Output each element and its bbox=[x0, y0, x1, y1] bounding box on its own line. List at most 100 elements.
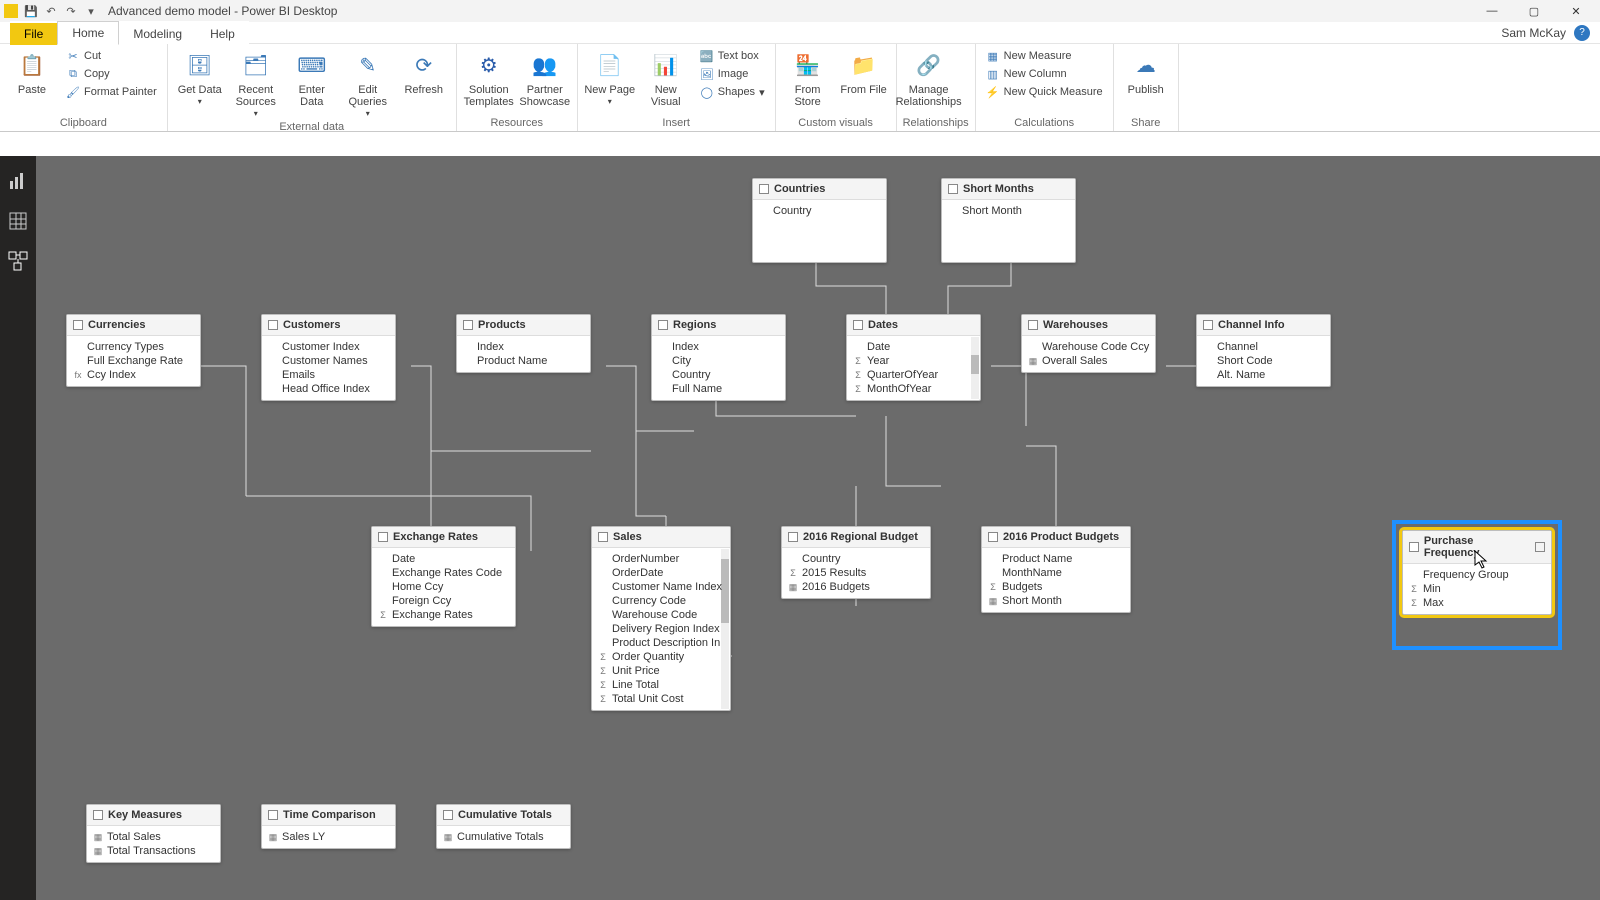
undo-icon[interactable]: ↶ bbox=[44, 4, 58, 18]
modeling-tab[interactable]: Modeling bbox=[119, 23, 196, 45]
format-painter-button[interactable]: 🖌Format Painter bbox=[62, 84, 161, 100]
field-item[interactable]: Country bbox=[753, 204, 886, 218]
field-item[interactable]: ΣOrder Quantity bbox=[592, 650, 730, 664]
field-item[interactable]: OrderDate bbox=[592, 566, 730, 580]
field-item[interactable]: Delivery Region Index bbox=[592, 622, 730, 636]
table-channel-info[interactable]: Channel Info ChannelShort CodeAlt. Name bbox=[1196, 314, 1331, 387]
field-item[interactable]: ▦2016 Budgets bbox=[782, 580, 930, 594]
table-sales[interactable]: Sales OrderNumberOrderDateCustomer Name … bbox=[591, 526, 731, 711]
cut-button[interactable]: ✂Cut bbox=[62, 48, 161, 64]
table-warehouses[interactable]: Warehouses Warehouse Code Ccy▦Overall Sa… bbox=[1021, 314, 1156, 373]
from-store-button[interactable]: 🏪From Store bbox=[782, 46, 834, 108]
table-purchase-frequency[interactable]: Purchase Frequency Frequency GroupΣMinΣM… bbox=[1402, 530, 1552, 615]
table-time-comparison[interactable]: Time Comparison ▦Sales LY bbox=[261, 804, 396, 849]
partner-showcase-button[interactable]: 👥Partner Showcase bbox=[519, 46, 571, 108]
get-data-button[interactable]: 🗄Get Data▾ bbox=[174, 46, 226, 107]
field-item[interactable]: ▦Total Sales bbox=[87, 830, 220, 844]
field-item[interactable]: Customer Index bbox=[262, 340, 395, 354]
maximize-button[interactable]: ▢ bbox=[1514, 1, 1554, 21]
field-item[interactable]: Alt. Name bbox=[1197, 368, 1330, 382]
field-item[interactable]: OrderNumber bbox=[592, 552, 730, 566]
publish-button[interactable]: ☁Publish bbox=[1120, 46, 1172, 96]
refresh-button[interactable]: ⟳Refresh bbox=[398, 46, 450, 96]
field-item[interactable]: Foreign Ccy bbox=[372, 594, 515, 608]
field-item[interactable]: Warehouse Code Ccy bbox=[1022, 340, 1155, 354]
redo-icon[interactable]: ↷ bbox=[64, 4, 78, 18]
file-tab[interactable]: File bbox=[10, 23, 57, 45]
table-short-months[interactable]: Short Months Short Month bbox=[941, 178, 1076, 263]
field-item[interactable]: Index bbox=[457, 340, 590, 354]
new-quick-measure-button[interactable]: ⚡New Quick Measure bbox=[982, 84, 1107, 100]
table-regions[interactable]: Regions IndexCityCountryFull Name bbox=[651, 314, 786, 401]
field-item[interactable]: Currency Types bbox=[67, 340, 200, 354]
field-item[interactable]: Index bbox=[652, 340, 785, 354]
field-item[interactable]: Warehouse Code bbox=[592, 608, 730, 622]
solution-templates-button[interactable]: ⚙Solution Templates bbox=[463, 46, 515, 108]
new-measure-button[interactable]: ▦New Measure bbox=[982, 48, 1107, 64]
table-dates[interactable]: Dates DateΣYearΣQuarterOfYearΣMonthOfYea… bbox=[846, 314, 981, 401]
model-canvas[interactable]: 1 1 Countries Country Short Months Short… bbox=[36, 156, 1600, 900]
edit-queries-button[interactable]: ✎Edit Queries▾ bbox=[342, 46, 394, 119]
field-item[interactable]: ΣMonthOfYear bbox=[847, 382, 980, 396]
image-button[interactable]: 🖼Image bbox=[696, 66, 769, 82]
field-item[interactable]: Product Name bbox=[982, 552, 1130, 566]
field-item[interactable]: ΣUnit Price bbox=[592, 664, 730, 678]
field-item[interactable]: ΣExchange Rates bbox=[372, 608, 515, 622]
field-item[interactable]: Date bbox=[372, 552, 515, 566]
help-tab[interactable]: Help bbox=[196, 23, 249, 45]
table-products[interactable]: Products IndexProduct Name bbox=[456, 314, 591, 373]
table-countries[interactable]: Countries Country bbox=[752, 178, 887, 263]
model-view-icon[interactable] bbox=[7, 250, 29, 272]
field-item[interactable]: Country bbox=[782, 552, 930, 566]
manage-relationships-button[interactable]: 🔗Manage Relationships bbox=[903, 46, 955, 108]
paste-button[interactable]: 📋Paste bbox=[6, 46, 58, 96]
table-regional-budget[interactable]: 2016 Regional Budget CountryΣ2015 Result… bbox=[781, 526, 931, 599]
field-item[interactable]: Exchange Rates Code bbox=[372, 566, 515, 580]
field-item[interactable]: Customer Names bbox=[262, 354, 395, 368]
enter-data-button[interactable]: ⌨Enter Data bbox=[286, 46, 338, 108]
field-item[interactable]: Emails bbox=[262, 368, 395, 382]
table-exchange-rates[interactable]: Exchange Rates DateExchange Rates CodeHo… bbox=[371, 526, 516, 627]
field-item[interactable]: Short Month bbox=[942, 204, 1075, 218]
field-item[interactable]: ΣMin bbox=[1403, 582, 1551, 596]
field-item[interactable]: ΣTotal Unit Cost bbox=[592, 692, 730, 706]
field-item[interactable]: ΣMax bbox=[1403, 596, 1551, 610]
field-item[interactable]: City bbox=[652, 354, 785, 368]
help-icon[interactable]: ? bbox=[1574, 25, 1590, 41]
field-item[interactable]: Channel bbox=[1197, 340, 1330, 354]
field-item[interactable]: Σ2015 Results bbox=[782, 566, 930, 580]
field-item[interactable]: Home Ccy bbox=[372, 580, 515, 594]
field-item[interactable]: Product Description In bbox=[592, 636, 730, 650]
field-item[interactable]: ΣLine Total bbox=[592, 678, 730, 692]
field-item[interactable]: ▦Cumulative Totals bbox=[437, 830, 570, 844]
table-key-measures[interactable]: Key Measures ▦Total Sales▦Total Transact… bbox=[86, 804, 221, 863]
save-icon[interactable]: 💾 bbox=[24, 4, 38, 18]
table-customers[interactable]: Customers Customer IndexCustomer NamesEm… bbox=[261, 314, 396, 401]
shapes-button[interactable]: ◯Shapes ▾ bbox=[696, 84, 769, 100]
text-box-button[interactable]: 🔤Text box bbox=[696, 48, 769, 64]
field-item[interactable]: Head Office Index bbox=[262, 382, 395, 396]
field-item[interactable]: Frequency Group bbox=[1403, 568, 1551, 582]
field-item[interactable]: Full Name bbox=[652, 382, 785, 396]
field-item[interactable]: MonthName bbox=[982, 566, 1130, 580]
field-item[interactable]: ▦Total Transactions bbox=[87, 844, 220, 858]
close-button[interactable]: ✕ bbox=[1556, 1, 1596, 21]
field-item[interactable]: Short Code bbox=[1197, 354, 1330, 368]
copy-button[interactable]: ⧉Copy bbox=[62, 66, 161, 82]
field-item[interactable]: ΣYear bbox=[847, 354, 980, 368]
field-item[interactable]: ΣBudgets bbox=[982, 580, 1130, 594]
field-item[interactable]: fxCcy Index bbox=[67, 368, 200, 382]
new-visual-button[interactable]: 📊New Visual bbox=[640, 46, 692, 108]
field-item[interactable]: Customer Name Index bbox=[592, 580, 730, 594]
field-item[interactable]: Product Name bbox=[457, 354, 590, 368]
field-item[interactable]: Country bbox=[652, 368, 785, 382]
home-tab[interactable]: Home bbox=[57, 21, 119, 45]
table-currencies[interactable]: Currencies Currency TypesFull Exchange R… bbox=[66, 314, 201, 387]
field-item[interactable]: Full Exchange Rate bbox=[67, 354, 200, 368]
expand-icon[interactable] bbox=[1535, 542, 1545, 552]
field-item[interactable]: ΣQuarterOfYear bbox=[847, 368, 980, 382]
field-item[interactable]: ▦Overall Sales bbox=[1022, 354, 1155, 368]
report-view-icon[interactable] bbox=[7, 170, 29, 192]
recent-sources-button[interactable]: 🗂Recent Sources▾ bbox=[230, 46, 282, 119]
new-column-button[interactable]: ▥New Column bbox=[982, 66, 1107, 82]
